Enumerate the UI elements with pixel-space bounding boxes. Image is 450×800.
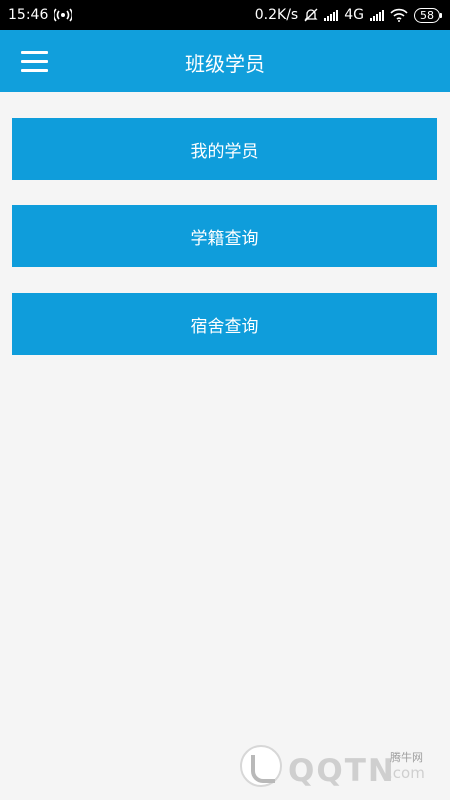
network-speed: 0.2K/s <box>254 7 299 23</box>
watermark: QQTN 腾牛网 .com <box>240 745 445 795</box>
watermark-domain: .com <box>388 764 425 782</box>
hotspot-icon <box>54 8 73 22</box>
dormitory-query-button[interactable]: 宿舍查询 <box>12 293 437 355</box>
signal-icon-2 <box>370 9 384 21</box>
status-left: 15:46 <box>8 7 73 23</box>
watermark-site-name: 腾牛网 <box>390 751 423 764</box>
watermark-brand: QQTN <box>288 753 396 789</box>
student-status-query-button[interactable]: 学籍查询 <box>12 205 437 267</box>
status-bar: 15:46 0.2K/s 4G 58 <box>0 0 450 30</box>
page-title: 班级学员 <box>185 52 265 76</box>
my-students-button[interactable]: 我的学员 <box>12 118 437 180</box>
signal-icon <box>324 9 339 21</box>
mute-icon <box>304 8 318 22</box>
status-right: 0.2K/s 4G 58 <box>254 7 442 23</box>
wifi-icon <box>390 8 408 22</box>
battery-icon: 58 <box>414 7 442 23</box>
network-type: 4G <box>344 7 364 23</box>
status-time: 15:46 <box>8 7 49 23</box>
watermark-logo-icon <box>240 745 282 787</box>
app-bar: 班级学员 <box>0 30 450 92</box>
